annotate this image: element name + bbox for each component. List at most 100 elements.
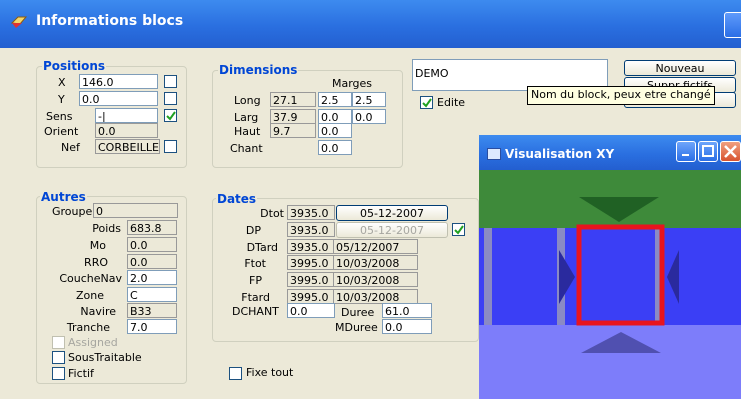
ftot-date: 10/03/2008 [333, 255, 418, 270]
rro-field: 0.0 [127, 254, 177, 269]
navire-label: Navire [80, 305, 116, 318]
tooltip: Nom du block, peux etre changé [527, 86, 715, 105]
xy-canvas[interactable] [479, 170, 741, 399]
poids-label: Poids [92, 222, 121, 235]
fp-date: 10/03/2008 [333, 272, 418, 287]
dp-label: DP [245, 224, 261, 237]
tranche-label: Tranche [66, 321, 110, 334]
navire-field: B33 [127, 303, 177, 318]
zone-label: Zone [75, 289, 104, 302]
orient-label: Orient [44, 125, 79, 138]
autres-title: Autres [40, 190, 87, 204]
tranche-field[interactable]: 7.0 [127, 319, 177, 334]
window-title: Informations blocs [36, 13, 184, 29]
couchenav-field[interactable]: 2.0 [127, 270, 177, 285]
xy-window-icon [487, 148, 501, 160]
assigned-label: Assigned [68, 336, 118, 349]
haut-label: Haut [234, 125, 261, 138]
ftard-date: 10/03/2008 [333, 289, 418, 304]
larg-field: 37.9 [270, 109, 316, 124]
x-label: X [58, 76, 66, 89]
ftot-label: Ftot [244, 257, 266, 270]
rro-label: RRO [84, 256, 108, 269]
dp-field: 3935.0 [287, 222, 335, 237]
marges-label: Marges [332, 77, 373, 90]
minimize-button[interactable] [676, 141, 696, 162]
dtot-date-button[interactable]: 05-12-2007 [336, 205, 448, 221]
y-label: Y [58, 93, 65, 106]
dates-title: Dates [216, 192, 258, 206]
chant-marge-1[interactable]: 0.0 [318, 140, 352, 155]
y-field[interactable]: 0.0 [79, 91, 158, 106]
dimensions-title: Dimensions [218, 63, 299, 77]
minimize-icon [682, 154, 689, 156]
poids-field: 683.8 [127, 220, 177, 235]
dp-checkbox[interactable] [452, 223, 465, 236]
x-checkbox[interactable] [164, 75, 177, 88]
long-field: 27.1 [270, 92, 316, 107]
maximize-button[interactable] [698, 141, 718, 162]
x-field[interactable]: 146.0 [79, 74, 158, 89]
mo-label: Mo [89, 239, 106, 252]
zone-field[interactable]: C [127, 287, 177, 302]
soustraitable-label: SousTraitable [68, 351, 142, 364]
maximize-icon [702, 145, 714, 157]
edite-label: Edite [437, 96, 466, 109]
couchenav-label: CoucheNav [59, 272, 122, 285]
dp-date-button: 05-12-2007 [336, 222, 448, 238]
mduree-label: MDuree [335, 321, 378, 334]
close-button[interactable] [720, 141, 741, 162]
check-icon [454, 225, 464, 235]
orient-field: 0.0 [95, 123, 158, 138]
duree-label: Duree [341, 306, 375, 319]
ftard-label: Ftard [241, 291, 270, 304]
haut-marge-1[interactable]: 0.0 [318, 123, 352, 138]
xy-window-title: Visualisation XY [505, 147, 615, 161]
ftard-field: 3995.0 [287, 289, 335, 304]
dchant-field[interactable]: 0.0 [287, 303, 335, 318]
larg-label: Larg [234, 111, 259, 124]
long-marge-1[interactable]: 2.5 [318, 92, 352, 107]
check-icon [422, 98, 432, 108]
nouveau-button[interactable]: Nouveau [624, 60, 736, 76]
close-icon [724, 145, 737, 158]
dtot-field: 3935.0 [287, 205, 335, 220]
ftot-field: 3995.0 [287, 255, 335, 270]
larg-marge-2[interactable]: 0.0 [352, 109, 386, 124]
groupe-field: 0 [93, 203, 178, 218]
long-marge-2[interactable]: 2.5 [352, 92, 386, 107]
fixe-tout-label: Fixe tout [246, 366, 294, 379]
dtard-field: 3935.0 [287, 239, 335, 254]
duree-field[interactable]: 61.0 [382, 303, 432, 318]
chant-label: Chant [230, 142, 263, 155]
sens-label: Sens [46, 110, 73, 123]
soustraitable-checkbox[interactable] [52, 351, 65, 364]
nef-field: CORBEILLE [95, 139, 160, 154]
window-control-button[interactable] [724, 12, 741, 38]
dchant-label: DCHANT [232, 305, 279, 318]
mo-field: 0.0 [127, 237, 177, 252]
long-label: Long [234, 94, 261, 107]
larg-marge-1[interactable]: 0.0 [318, 109, 352, 124]
groupe-label: Groupe [52, 205, 93, 218]
sens-checkbox[interactable] [164, 109, 177, 122]
sens-field[interactable]: -| [95, 108, 158, 123]
nef-label: Nef [61, 141, 80, 154]
dtot-label: Dtot [260, 207, 284, 220]
positions-title: Positions [42, 59, 107, 73]
app-icon [10, 14, 28, 30]
haut-field: 9.7 [270, 123, 316, 138]
fp-label: FP [249, 274, 262, 287]
edite-checkbox[interactable] [420, 96, 433, 109]
dtard-label: DTard [246, 241, 278, 254]
fp-field: 3995.0 [287, 272, 335, 287]
check-icon [166, 111, 176, 121]
xy-drawing [479, 170, 741, 399]
y-checkbox[interactable] [164, 92, 177, 105]
nef-checkbox[interactable] [164, 140, 177, 153]
fictif-checkbox[interactable] [52, 367, 65, 380]
mduree-field[interactable]: 0.0 [382, 319, 432, 334]
dtard-date: 05/12/2007 [333, 239, 418, 254]
assigned-checkbox [52, 336, 65, 349]
fixe-tout-checkbox[interactable] [229, 367, 242, 380]
